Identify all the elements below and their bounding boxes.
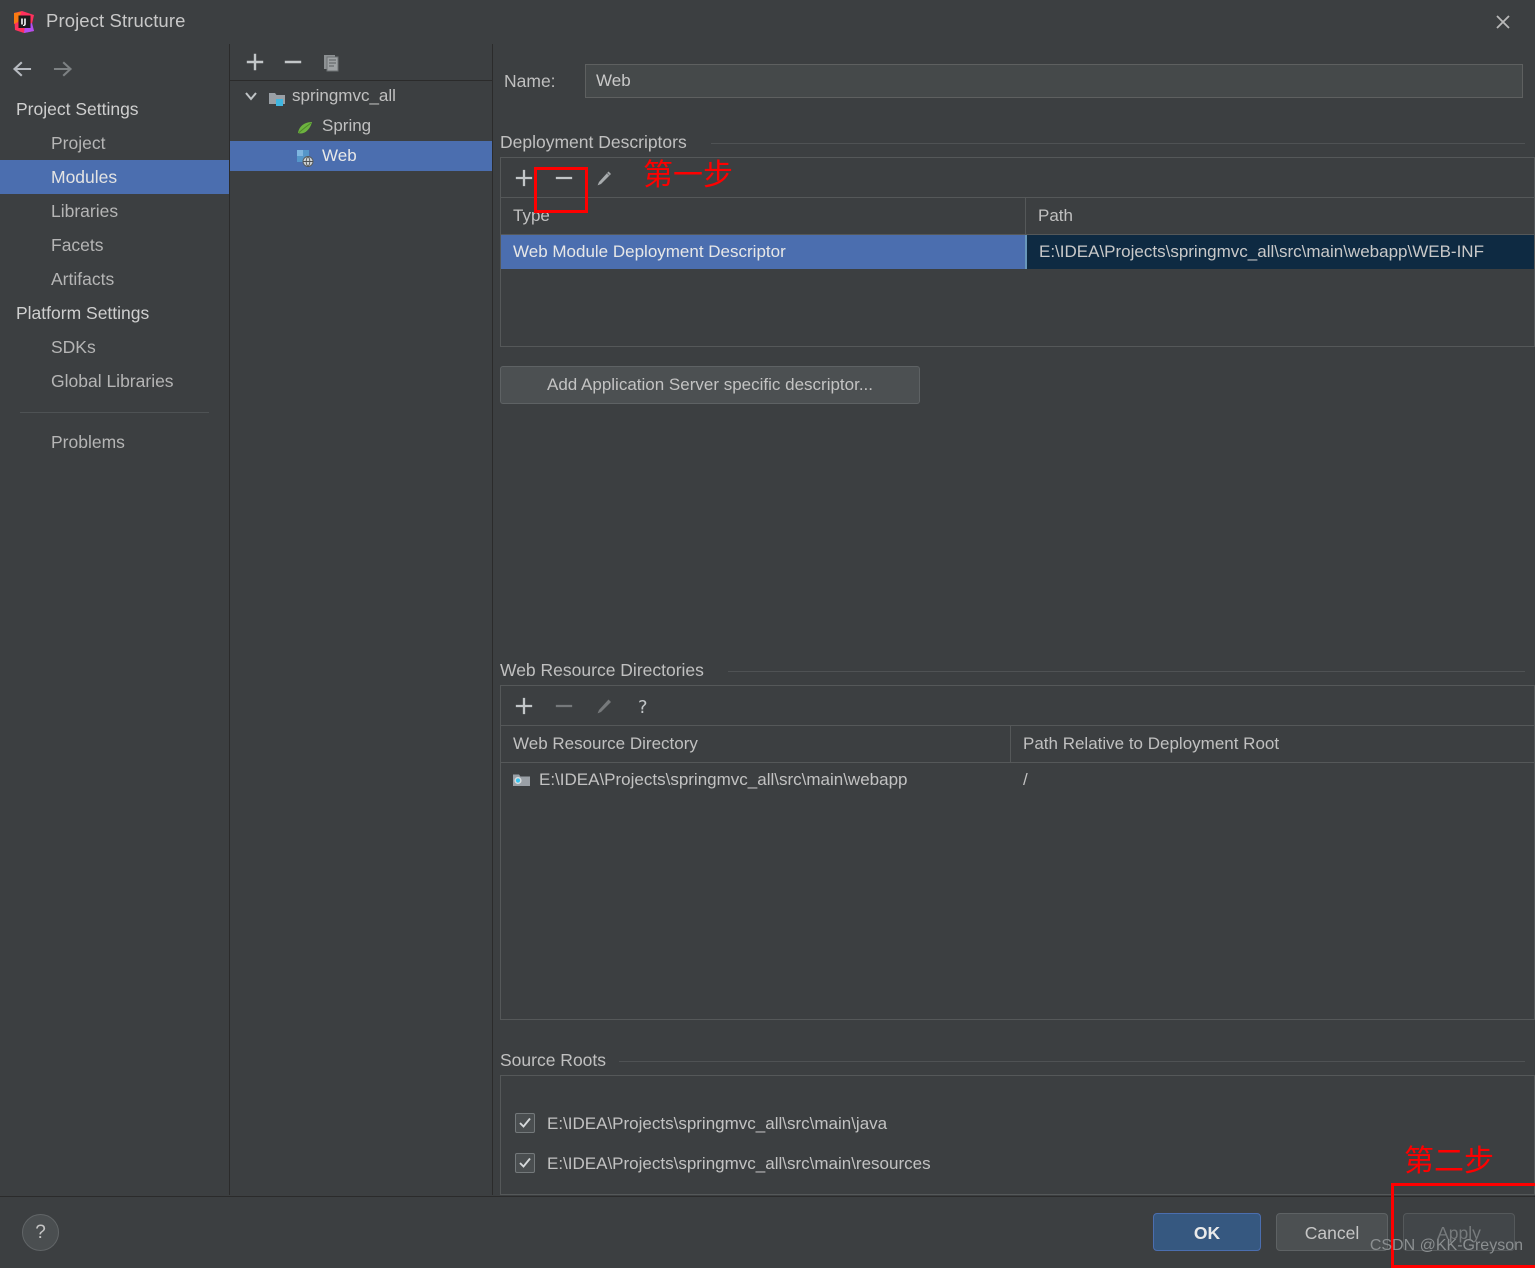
- deployment-descriptors-header: Type Path: [501, 198, 1534, 235]
- arrow-right-icon[interactable]: [48, 56, 82, 82]
- web-resource-directories-header: Web Resource Directory Path Relative to …: [501, 726, 1534, 763]
- sidebar-item-facets[interactable]: Facets: [0, 228, 229, 262]
- add-descriptor-button[interactable]: [509, 164, 539, 192]
- ok-button[interactable]: OK: [1153, 1213, 1261, 1251]
- tree-node-label: Web: [322, 146, 357, 165]
- tree-node-label: Spring: [322, 116, 372, 135]
- intellij-idea-logo-icon: IJ: [12, 10, 36, 34]
- column-header-web-resource-directory[interactable]: Web Resource Directory: [501, 726, 1010, 762]
- source-root-checkbox[interactable]: [515, 1113, 535, 1133]
- deployment-descriptors-toolbar: [501, 158, 1534, 198]
- source-root-checkbox[interactable]: [515, 1153, 535, 1173]
- sidebar-item-modules[interactable]: Modules: [0, 160, 229, 194]
- tree-node-web[interactable]: Web: [230, 141, 492, 171]
- sidebar-divider: [20, 412, 209, 413]
- web-resource-directories-rule: [728, 671, 1525, 672]
- web-resource-directories-toolbar: ?: [501, 686, 1534, 726]
- dialog-footer: ? OK Cancel Apply: [0, 1196, 1535, 1266]
- source-root-label: E:\IDEA\Projects\springmvc_all\src\main\…: [547, 1114, 888, 1133]
- web-resource-help-button[interactable]: ?: [627, 692, 657, 720]
- descriptor-type-cell[interactable]: Web Module Deployment Descriptor: [501, 235, 1025, 269]
- add-web-resource-button[interactable]: [509, 692, 539, 720]
- module-tree-toolbar: [230, 44, 492, 81]
- edit-web-resource-button[interactable]: [589, 692, 619, 720]
- deployment-descriptors-panel: Type Path Web Module Deployment Descript…: [500, 157, 1535, 347]
- table-row[interactable]: Web Module Deployment Descriptor E:\IDEA…: [501, 235, 1534, 269]
- tree-node-label: springmvc_all: [292, 86, 396, 105]
- web-resource-directories-panel: ? Web Resource Directory Path Relative t…: [500, 685, 1535, 1020]
- module-name-input[interactable]: [585, 64, 1523, 98]
- title-bar: IJ Project Structure: [0, 0, 1535, 45]
- remove-module-button[interactable]: [278, 48, 308, 76]
- help-button[interactable]: ?: [22, 1214, 59, 1251]
- path-relative-cell[interactable]: /: [1011, 763, 1534, 797]
- sidebar-group-project-settings: Project Settings: [16, 99, 139, 119]
- window-title: Project Structure: [46, 10, 186, 31]
- column-header-path[interactable]: Path: [1026, 198, 1534, 234]
- sidebar-item-sdks[interactable]: SDKs: [0, 330, 229, 364]
- web-resource-directories-section-label: Web Resource Directories: [500, 660, 713, 681]
- sidebar-nav-arrows: [0, 50, 229, 88]
- module-folder-icon: [268, 87, 286, 106]
- column-header-path-relative[interactable]: Path Relative to Deployment Root: [1011, 726, 1534, 762]
- csdn-watermark: CSDN @KK-Greyson: [1369, 1237, 1523, 1254]
- web-resource-directory-cell[interactable]: E:\IDEA\Projects\springmvc_all\src\main\…: [501, 763, 1010, 797]
- svg-text:?: ?: [638, 697, 648, 718]
- spring-leaf-icon: [296, 117, 314, 135]
- svg-text:IJ: IJ: [21, 18, 27, 27]
- tree-node-spring[interactable]: Spring: [230, 111, 492, 141]
- sidebar-group-platform-settings: Platform Settings: [16, 303, 150, 323]
- remove-descriptor-button[interactable]: [549, 164, 579, 192]
- deployment-descriptors-rule: [711, 143, 1525, 144]
- settings-sidebar: Project Settings Project Modules Librari…: [0, 44, 230, 1195]
- source-roots-rule: [619, 1061, 1525, 1062]
- sidebar-item-problems[interactable]: Problems: [0, 425, 229, 459]
- column-header-type[interactable]: Type: [501, 198, 1025, 234]
- sidebar-item-project[interactable]: Project: [0, 126, 229, 160]
- add-application-server-descriptor-button[interactable]: Add Application Server specific descript…: [500, 366, 920, 404]
- sidebar-item-artifacts[interactable]: Artifacts: [0, 262, 229, 296]
- sidebar-list: Project Settings Project Modules Librari…: [0, 92, 229, 459]
- arrow-left-icon[interactable]: [8, 56, 42, 82]
- sidebar-item-libraries[interactable]: Libraries: [0, 194, 229, 228]
- deployment-descriptors-section-label: Deployment Descriptors: [500, 132, 696, 153]
- table-row[interactable]: E:\IDEA\Projects\springmvc_all\src\main\…: [501, 763, 1534, 797]
- chevron-down-icon[interactable]: [242, 81, 260, 111]
- module-tree-panel: springmvc_all Spring Web: [230, 44, 493, 1195]
- remove-web-resource-button[interactable]: [549, 692, 579, 720]
- source-roots-panel: E:\IDEA\Projects\springmvc_all\src\main\…: [500, 1075, 1535, 1195]
- module-tree-rows: springmvc_all Spring Web: [230, 81, 492, 171]
- module-settings-content: Name: Deployment Descriptors Type Path: [493, 44, 1535, 1195]
- web-module-icon: [296, 147, 314, 168]
- add-module-button[interactable]: [240, 48, 270, 76]
- sidebar-item-global-libraries[interactable]: Global Libraries: [0, 364, 229, 398]
- descriptor-path-cell[interactable]: E:\IDEA\Projects\springmvc_all\src\main\…: [1025, 235, 1534, 269]
- module-name-label: Name:: [504, 71, 556, 91]
- source-root-label: E:\IDEA\Projects\springmvc_all\src\main\…: [547, 1154, 931, 1173]
- module-name-row: Name:: [500, 64, 1525, 100]
- tree-node-springmvc-all[interactable]: springmvc_all: [230, 81, 492, 111]
- edit-descriptor-button[interactable]: [589, 164, 619, 192]
- close-icon[interactable]: [1487, 8, 1519, 36]
- copy-module-button[interactable]: [316, 48, 346, 76]
- source-roots-section-label: Source Roots: [500, 1050, 616, 1071]
- folder-icon: [512, 771, 531, 789]
